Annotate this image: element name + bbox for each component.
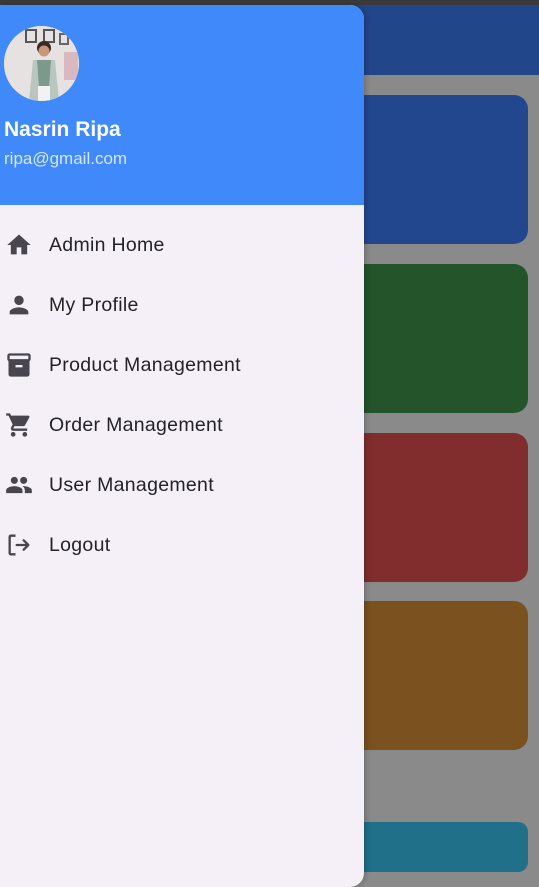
drawer-header: Nasrin Ripa ripa@gmail.com: [0, 5, 364, 205]
drawer-menu: Admin Home My Profile Product Management…: [0, 215, 364, 575]
menu-item-label: Order Management: [49, 413, 223, 436]
menu-item-order-management[interactable]: Order Management: [0, 395, 364, 455]
menu-item-label: Logout: [49, 533, 111, 556]
menu-item-logout[interactable]: Logout: [0, 515, 364, 575]
user-name: Nasrin Ripa: [4, 118, 121, 141]
menu-item-label: My Profile: [49, 293, 139, 316]
menu-item-user-management[interactable]: User Management: [0, 455, 364, 515]
people-icon: [4, 470, 34, 500]
logout-icon: [4, 530, 34, 560]
background-card-4[interactable]: s: [336, 601, 528, 750]
menu-item-my-profile[interactable]: My Profile: [0, 275, 364, 335]
navigation-drawer: Nasrin Ripa ripa@gmail.com Admin Home My…: [0, 5, 364, 887]
home-icon: [4, 230, 34, 260]
avatar[interactable]: [4, 26, 79, 101]
menu-item-label: User Management: [49, 473, 214, 496]
menu-item-label: Product Management: [49, 353, 241, 376]
person-icon: [4, 290, 34, 320]
background-bottom-bar: [336, 822, 528, 872]
background-card-3[interactable]: ts: [336, 433, 528, 582]
background-card-2[interactable]: [336, 264, 528, 413]
background-card-1[interactable]: s: [336, 95, 528, 244]
menu-item-product-management[interactable]: Product Management: [0, 335, 364, 395]
archive-box-icon: [4, 350, 34, 380]
menu-item-admin-home[interactable]: Admin Home: [0, 215, 364, 275]
user-email: ripa@gmail.com: [4, 149, 128, 168]
menu-item-label: Admin Home: [49, 233, 165, 256]
shopping-cart-icon: [4, 410, 34, 440]
